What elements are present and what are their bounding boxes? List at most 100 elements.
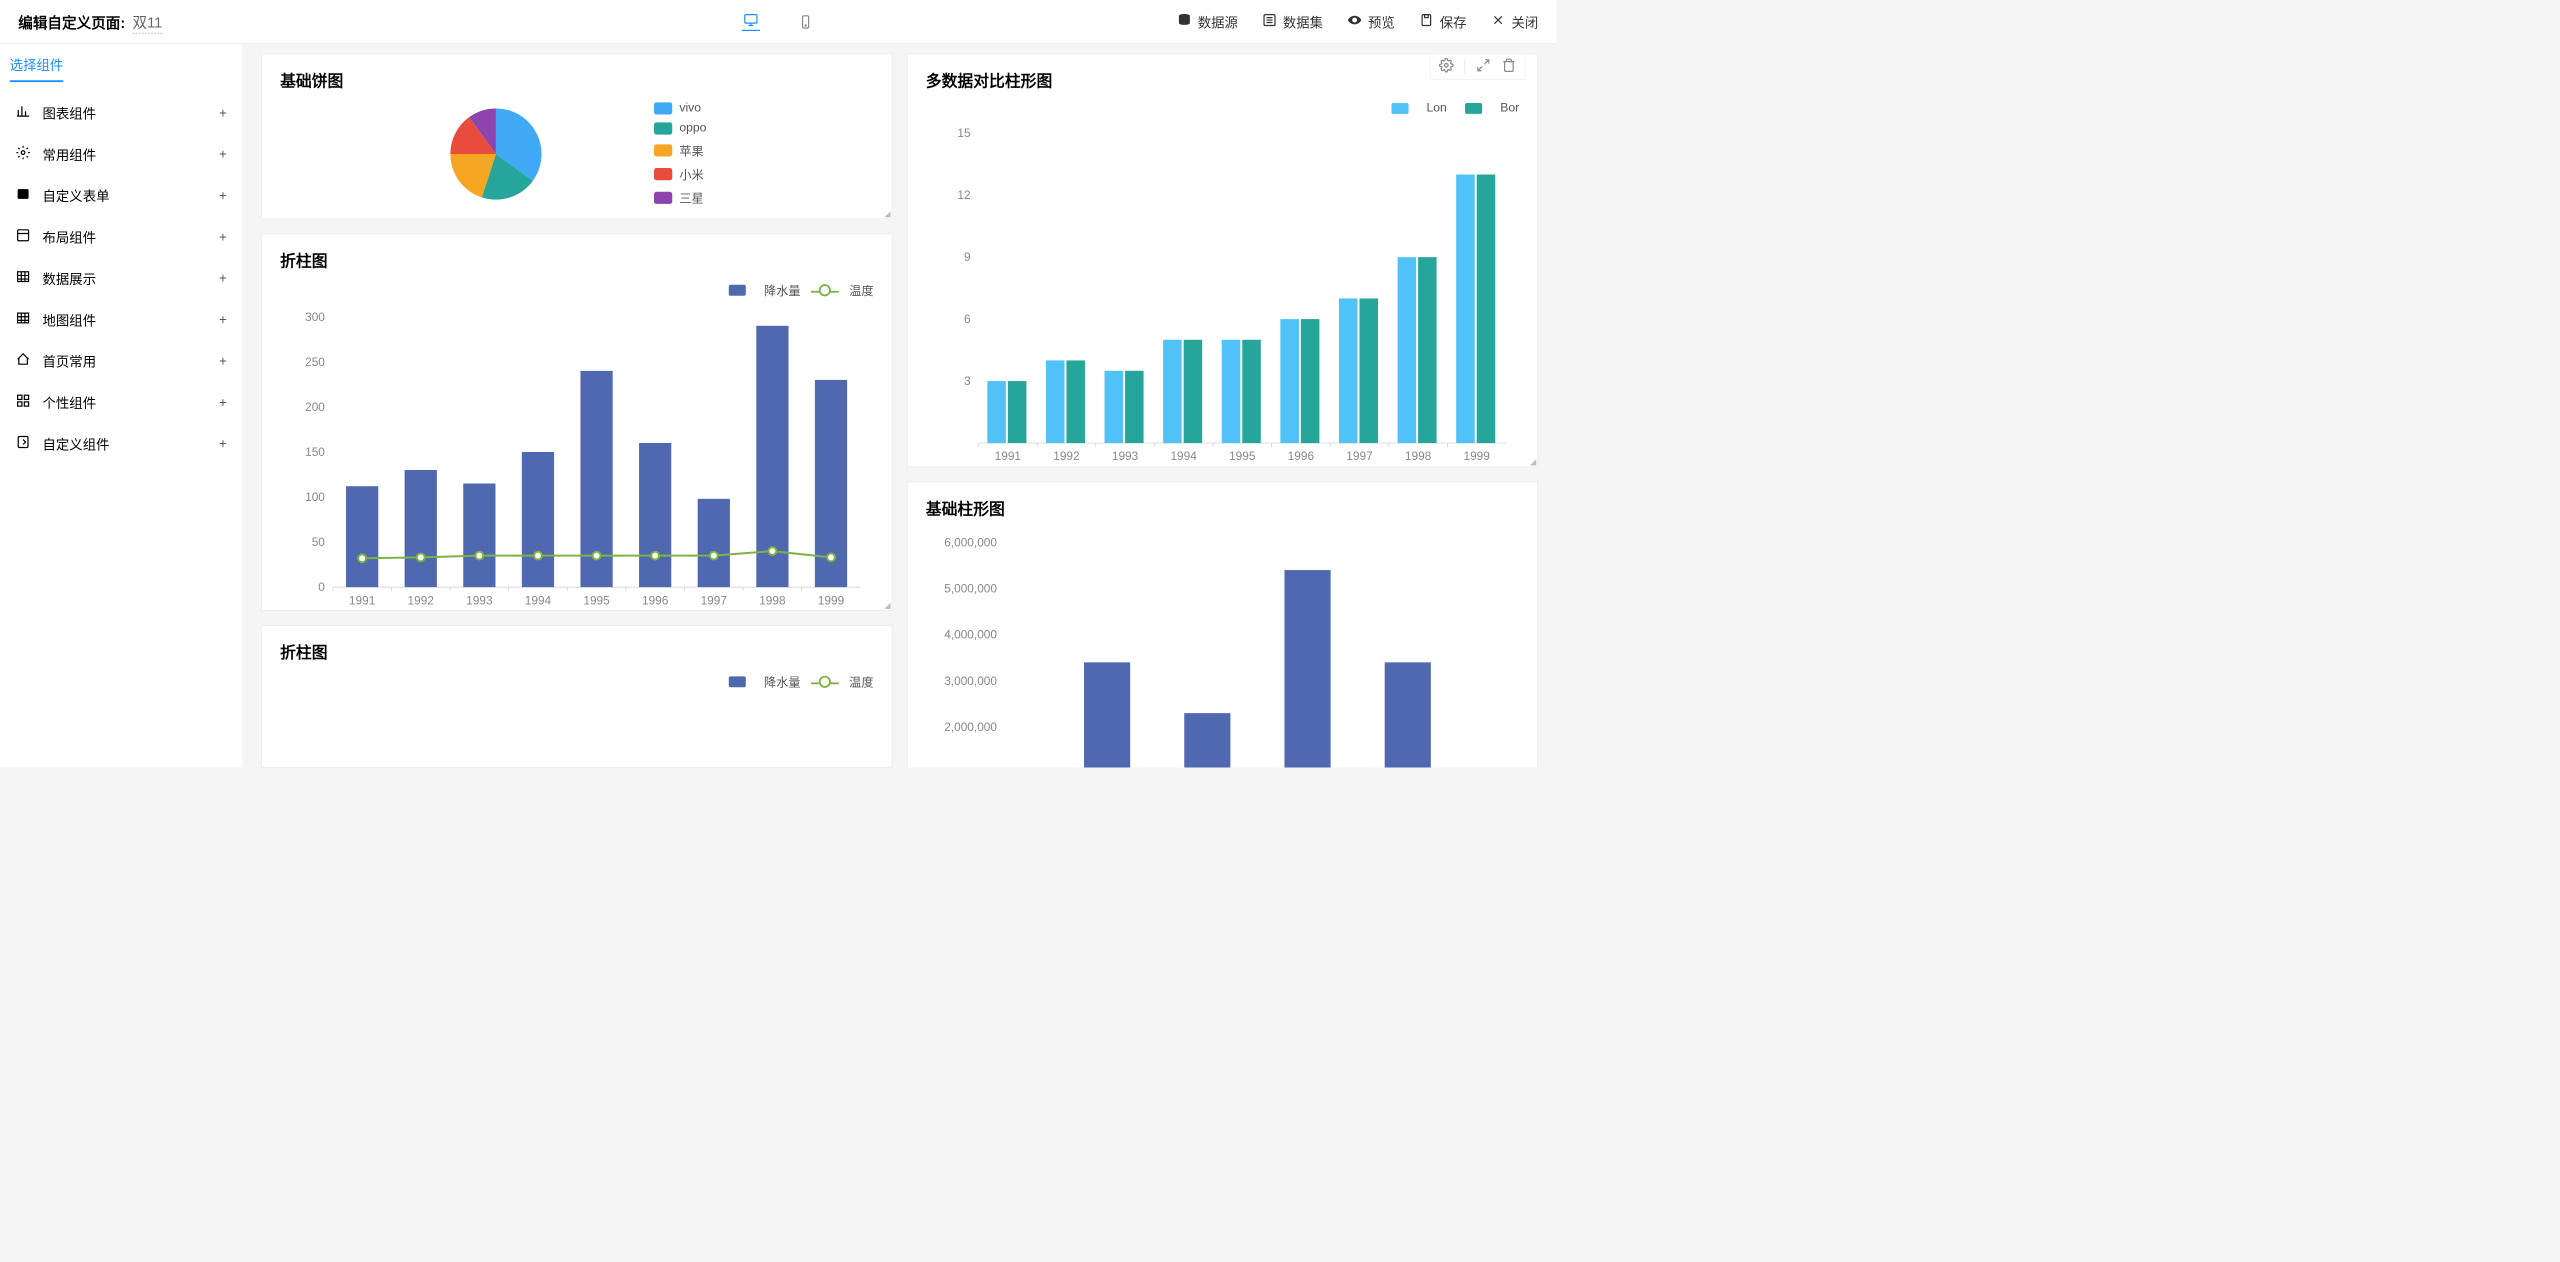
svg-text:1998: 1998	[1405, 449, 1432, 463]
legend-item[interactable]: oppo	[654, 121, 707, 135]
plus-icon[interactable]: +	[219, 436, 227, 452]
group-label: 布局组件	[43, 227, 97, 246]
legend-label: vivo	[680, 101, 702, 115]
legend-label: 三星	[680, 188, 704, 206]
svg-text:1998: 1998	[759, 593, 786, 607]
plus-icon[interactable]: +	[219, 271, 227, 287]
svg-text:100: 100	[305, 490, 325, 504]
sidebar-group-2[interactable]: 自定义表单+	[10, 175, 233, 216]
action-label: 关闭	[1511, 12, 1538, 31]
panel-combo-2[interactable]: 折柱图 降水量 温度	[261, 625, 892, 767]
legend-item[interactable]: 三星	[654, 188, 707, 206]
layout-icon	[16, 228, 31, 246]
group-label: 自定义组件	[43, 434, 110, 453]
svg-text:3,000,000: 3,000,000	[944, 674, 997, 688]
group-label: 常用组件	[43, 145, 97, 164]
panel-title: 基础饼图	[280, 69, 873, 91]
legend-swatch	[654, 144, 672, 156]
legend-label: oppo	[680, 121, 707, 135]
group-label: 首页常用	[43, 351, 97, 370]
plus-icon[interactable]: +	[219, 395, 227, 411]
multibar-chart: 3691215199119921993199419951996199719981…	[926, 120, 1519, 476]
bar	[1285, 570, 1331, 767]
save-icon	[1419, 12, 1434, 30]
bar	[1125, 371, 1144, 443]
sidebar-group-4[interactable]: 数据展示 +	[10, 258, 233, 299]
sidebar-group-3[interactable]: 布局组件 +	[10, 216, 233, 257]
multibar-legend: Lon Bor	[926, 101, 1519, 115]
legend-label-lon: Lon	[1427, 101, 1447, 115]
sidebar-group-7[interactable]: 个性组件+	[10, 382, 233, 423]
mobile-icon[interactable]	[796, 12, 814, 30]
plus-icon[interactable]: +	[219, 353, 227, 369]
svg-text:12: 12	[958, 188, 971, 202]
sidebar-group-6[interactable]: 首页常用 +	[10, 340, 233, 381]
panel-combo-1[interactable]: 折柱图 降水量 温度 05010015020025030019911992199…	[261, 233, 892, 610]
svg-text:150: 150	[305, 445, 325, 459]
legend-item[interactable]: 小米	[654, 165, 707, 183]
database-icon	[1177, 12, 1192, 30]
form-icon	[16, 187, 31, 205]
desktop-icon[interactable]	[742, 12, 760, 30]
legend-item[interactable]: 苹果	[654, 141, 707, 159]
separator	[1465, 59, 1466, 74]
legend-marker-line	[819, 675, 831, 687]
panel-multibar[interactable]: 多数据对比柱形图 Lon Bor 36912151991199219931994…	[907, 54, 1538, 467]
grid-icon	[16, 311, 31, 329]
dataset-button[interactable]: 数据集	[1262, 12, 1323, 31]
plus-icon[interactable]: +	[219, 105, 227, 121]
group-label: 数据展示	[43, 269, 97, 288]
bar	[1385, 662, 1431, 767]
expand-icon[interactable]	[1476, 58, 1491, 76]
plus-icon[interactable]: +	[219, 147, 227, 163]
trash-icon[interactable]	[1502, 58, 1517, 76]
legend-item[interactable]: vivo	[654, 101, 707, 115]
group-label: 地图组件	[43, 310, 97, 329]
tab-select-component[interactable]: 选择组件	[10, 55, 64, 82]
legend-swatch-bar	[729, 284, 746, 295]
save-button[interactable]: 保存	[1419, 12, 1466, 31]
pie-chart	[447, 105, 544, 202]
legend-label-bar: 降水量	[764, 672, 800, 690]
bar	[698, 499, 730, 587]
svg-text:1997: 1997	[1346, 449, 1372, 463]
svg-text:1993: 1993	[466, 593, 493, 607]
close-button[interactable]: 关闭	[1491, 12, 1538, 31]
resize-handle-icon[interactable]	[881, 599, 892, 610]
legend-label: 苹果	[680, 141, 704, 159]
preview-button[interactable]: 预览	[1347, 12, 1394, 31]
bar	[405, 470, 437, 587]
page-name-input[interactable]: 双11	[133, 10, 163, 33]
plus-icon[interactable]: +	[219, 188, 227, 204]
bar	[1477, 174, 1496, 443]
plus-icon[interactable]: +	[219, 312, 227, 328]
bar	[1163, 340, 1182, 443]
plus-icon[interactable]: +	[219, 229, 227, 245]
sidebar-group-0[interactable]: 图表组件+	[10, 92, 233, 133]
legend-label-bar: 降水量	[764, 281, 800, 299]
sidebar-group-8[interactable]: 自定义组件 +	[10, 423, 233, 464]
panel-toolbar	[1430, 54, 1525, 80]
svg-text:4,000,000: 4,000,000	[944, 627, 997, 641]
svg-text:1991: 1991	[995, 449, 1022, 463]
svg-text:1993: 1993	[1112, 449, 1139, 463]
sidebar-group-1[interactable]: 常用组件 +	[10, 134, 233, 175]
action-label: 保存	[1440, 12, 1467, 31]
canvas[interactable]: 基础饼图 vivooppo苹果小米三星 折柱图 降水量 温度 050100150…	[243, 44, 1556, 768]
gear-icon	[16, 145, 31, 163]
bar	[1281, 319, 1300, 443]
bar	[1339, 298, 1358, 443]
bar	[1301, 319, 1320, 443]
panel-pie[interactable]: 基础饼图 vivo oppo 苹果小米三星	[261, 54, 892, 219]
resize-handle-icon[interactable]	[881, 207, 892, 218]
sidebar-group-5[interactable]: 地图组件 +	[10, 299, 233, 340]
svg-text:0: 0	[319, 580, 326, 594]
bar	[1046, 360, 1065, 443]
panel-title: 折柱图	[280, 249, 873, 271]
resize-handle-icon[interactable]	[1527, 455, 1538, 466]
panel-basicbar[interactable]: 基础柱形图 1,000,0002,000,0003,000,0004,000,0…	[907, 482, 1538, 768]
action-label: 数据集	[1283, 12, 1323, 31]
datasource-button[interactable]: 数据源	[1177, 12, 1238, 31]
gear-icon[interactable]	[1439, 58, 1454, 76]
legend-label: 小米	[680, 165, 704, 183]
